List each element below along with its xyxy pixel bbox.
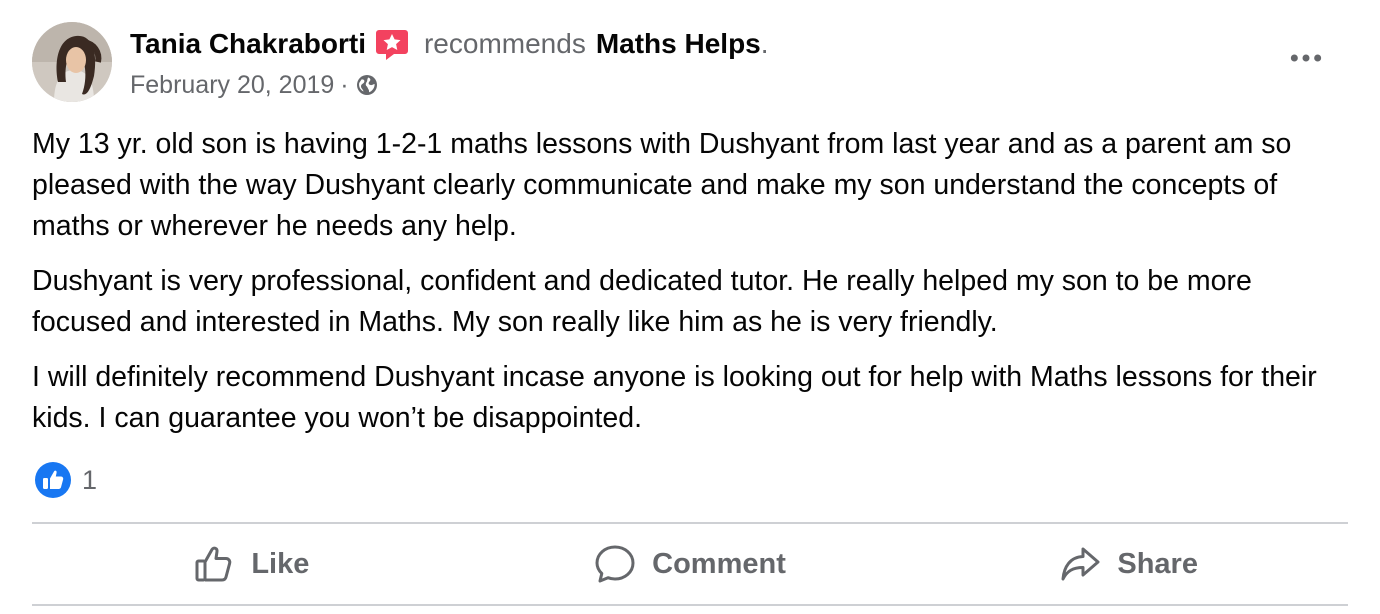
like-reaction-icon — [34, 461, 72, 499]
post-date[interactable]: February 20, 2019 — [130, 71, 334, 100]
author-name[interactable]: Tania Chakraborti — [130, 28, 366, 60]
globe-icon[interactable] — [355, 73, 379, 97]
more-horizontal-icon — [1290, 54, 1322, 62]
post-meta: February 20, 2019 · — [130, 68, 379, 102]
recommendation-star-icon — [374, 26, 410, 62]
share-label: Share — [1117, 547, 1198, 580]
more-options-button[interactable] — [1286, 44, 1326, 72]
post-body: My 13 yr. old son is having 1-2-1 maths … — [32, 124, 1348, 453]
action-text: recommends — [423, 28, 586, 59]
comment-icon — [594, 543, 636, 585]
post-paragraph: I will definitely recommend Dushyant inc… — [32, 361, 1317, 434]
comment-button[interactable]: Comment — [471, 524, 910, 604]
share-icon — [1059, 543, 1101, 585]
like-button[interactable]: Like — [32, 524, 471, 604]
like-label: Like — [251, 547, 310, 580]
page-name-link[interactable]: Maths Helps — [596, 28, 761, 60]
comment-label: Comment — [652, 547, 786, 580]
divider — [32, 604, 1348, 606]
avatar[interactable] — [32, 22, 112, 102]
post-actions-bar: Like Comment Share — [32, 524, 1348, 604]
post-paragraph: Dushyant is very professional, confident… — [32, 265, 1252, 338]
reactions-summary[interactable]: 1 — [34, 460, 97, 500]
recommendation-post: Tania Chakraborti recommends Maths Helps… — [0, 0, 1380, 614]
meta-separator: · — [340, 70, 349, 99]
share-button[interactable]: Share — [909, 524, 1348, 604]
post-paragraph: My 13 yr. old son is having 1-2-1 maths … — [32, 128, 1292, 242]
page-name-suffix: . — [760, 28, 769, 59]
thumbs-up-icon — [193, 543, 235, 585]
reaction-count: 1 — [82, 464, 98, 495]
post-header-line: Tania Chakraborti recommends Maths Helps… — [130, 24, 769, 64]
